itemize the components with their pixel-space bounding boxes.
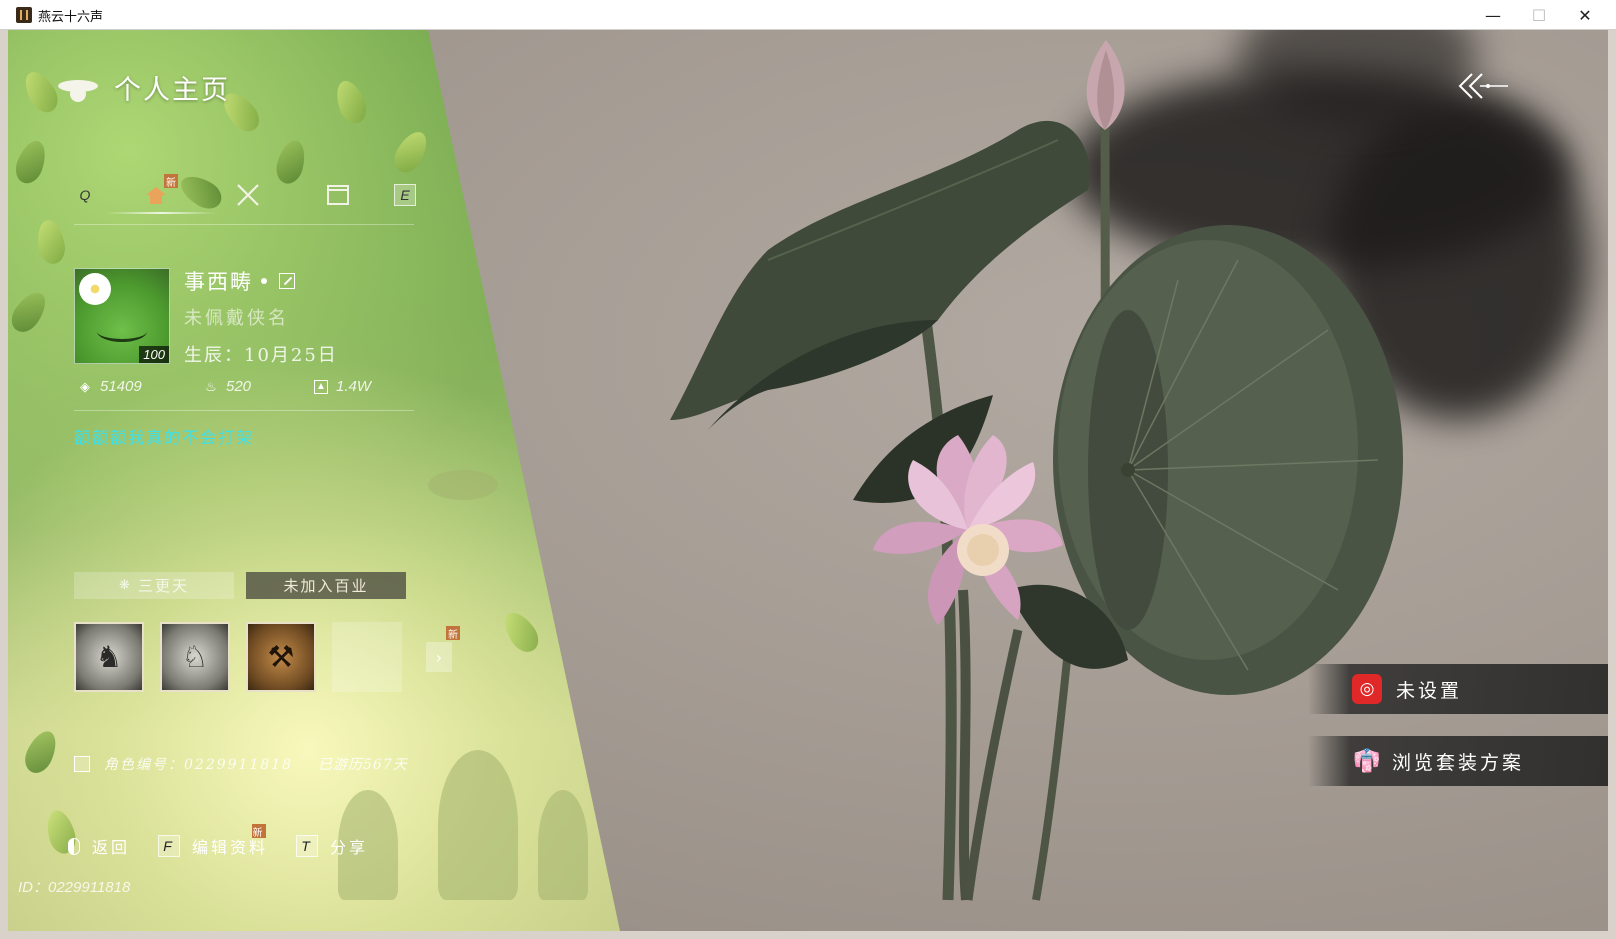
mouse-icon (68, 837, 80, 855)
swallow-emblem-icon (56, 72, 100, 104)
collapse-chevron-icon[interactable] (1454, 68, 1514, 104)
music-setting-label: 未设置 (1396, 679, 1463, 702)
e-key-badge: E (394, 184, 416, 206)
browse-outfits-button[interactable]: 👘 浏览套装方案 (1308, 736, 1608, 786)
achievement-badge-beast[interactable]: ♘ (160, 622, 230, 692)
close-button[interactable]: ✕ (1562, 0, 1608, 30)
copy-icon[interactable] (74, 756, 90, 772)
tab-home[interactable]: 新 (138, 174, 178, 208)
stat-score: ◈ 51409 (78, 378, 142, 395)
frame-icon (327, 185, 349, 205)
new-tag: 新 (252, 824, 267, 839)
window-title: 燕云十六声 (38, 10, 104, 25)
stats-row: ◈ 51409 ♨ 520 ▲ 1.4W (78, 378, 418, 402)
crossed-swords-icon (237, 184, 259, 206)
game-stage: 个人主页 Q 新 E 100 事西畴 未佩戴侠名 生辰：10月25日 ◈ 514… (8, 30, 1608, 931)
tools-icon: ⚒ (267, 639, 295, 675)
decor-leaf (388, 126, 434, 178)
signature[interactable]: 额额额我真的不会打架 (74, 424, 254, 448)
badges-next-button[interactable]: › 新 (426, 626, 460, 672)
guild-button[interactable]: ❋ 三更天 (74, 572, 234, 599)
divider (74, 224, 414, 225)
outfit-icon: 👘 (1353, 748, 1381, 774)
edit-profile-hotkey[interactable]: F 编辑资料 新 (158, 824, 268, 858)
stat-likes-value: 1.4W (336, 378, 372, 395)
online-dot-icon (261, 278, 267, 284)
role-id-row[interactable]: 角色编号：0229911818 (74, 754, 293, 774)
app-logo-icon (16, 7, 32, 23)
dragon-icon: ♞ (95, 639, 123, 675)
role-id: 角色编号：0229911818 (104, 757, 294, 773)
edit-name-icon[interactable] (279, 273, 295, 289)
achievement-badge-dragon[interactable]: ♞ (74, 622, 144, 692)
back-hotkey[interactable]: 返回 (68, 834, 130, 858)
decor-leaf (11, 136, 51, 188)
diamond-icon: ◈ (80, 378, 90, 394)
player-name: 事西畴 (184, 270, 253, 294)
divider (74, 410, 414, 411)
flame-icon: ♨ (205, 378, 217, 394)
window-titlebar: 燕云十六声 — ☐ ✕ (0, 0, 1616, 30)
badge-row: ♞ ♘ ⚒ (74, 622, 402, 692)
stat-likes[interactable]: ▲ 1.4W (314, 378, 371, 395)
q-key-badge: Q (79, 187, 91, 203)
netease-music-icon: ◎ (1352, 674, 1382, 704)
profession-button[interactable]: 未加入百业 (246, 572, 406, 599)
stat-heat: ♨ 520 (204, 378, 251, 395)
guild-emblem-icon: ❋ (119, 578, 132, 593)
achievement-badge-tools[interactable]: ⚒ (246, 622, 316, 692)
user-id: ID：0229911818 (18, 879, 131, 896)
minimize-button[interactable]: — (1470, 0, 1516, 30)
cat-silhouette (438, 750, 518, 900)
thumbs-up-icon: ▲ (314, 379, 328, 394)
new-tag: 新 (446, 626, 460, 641)
chevron-right-icon: › (435, 647, 443, 667)
tab-combat[interactable] (230, 182, 266, 208)
tab-collection[interactable] (320, 182, 356, 208)
guild-row: ❋ 三更天 未加入百业 (74, 572, 406, 599)
music-setting-button[interactable]: ◎ 未设置 (1308, 664, 1608, 714)
empty-badge-slot[interactable] (332, 622, 402, 692)
stat-score-value: 51409 (100, 378, 142, 395)
beast-icon: ♘ (181, 639, 209, 675)
t-key-badge: T (296, 835, 319, 857)
guild-name: 三更天 (137, 577, 189, 595)
player-title[interactable]: 未佩戴侠名 (184, 304, 289, 330)
level-badge: 100 (139, 346, 169, 363)
decor-leaf (19, 726, 63, 778)
active-tab-underline (106, 212, 216, 214)
name-row: 事西畴 (184, 266, 295, 296)
page-header: 个人主页 (56, 68, 230, 107)
new-tag: 新 (164, 174, 178, 189)
f-key-badge: F (158, 835, 181, 857)
avatar[interactable]: 100 (74, 268, 170, 364)
cat-silhouette (538, 790, 588, 900)
stat-heat-value: 520 (226, 378, 252, 395)
footer-hotkeys: 返回 F 编辑资料 新 T 分享 (68, 824, 396, 858)
share-label: 分享 (330, 838, 369, 857)
page-title: 个人主页 (114, 75, 230, 106)
back-label: 返回 (92, 838, 131, 857)
tab-prev-key[interactable]: Q (74, 182, 96, 208)
decor-leaf (8, 286, 53, 338)
maximize-button[interactable]: ☐ (1516, 0, 1562, 30)
decor-leaf (497, 606, 545, 658)
profile-tabbar: Q 新 E (74, 174, 416, 216)
decor-leaf (331, 76, 371, 128)
days-traveled: 已游历567天 (318, 757, 408, 773)
decor-leaf (34, 218, 68, 266)
browse-outfits-label: 浏览套装方案 (1392, 751, 1525, 774)
share-hotkey[interactable]: T 分享 (296, 834, 368, 858)
bird-silhouette (428, 470, 498, 500)
smile-icon (97, 321, 147, 342)
flower-icon (79, 273, 111, 305)
birthday: 生辰：10月25日 (184, 345, 338, 366)
tab-next-key[interactable]: E (394, 182, 416, 208)
